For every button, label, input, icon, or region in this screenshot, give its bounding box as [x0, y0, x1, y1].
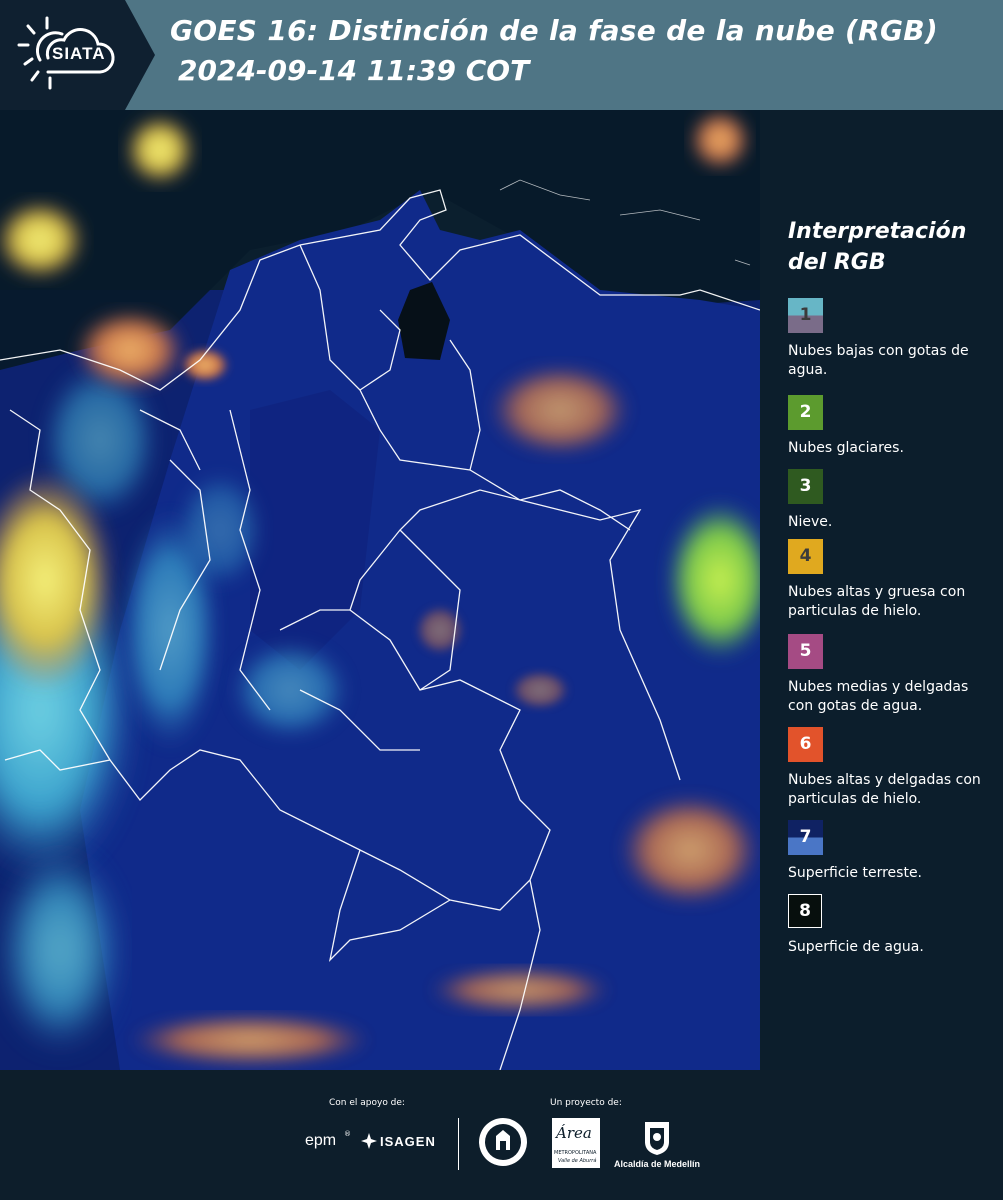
legend-swatch-2: 2	[788, 395, 823, 430]
legend-swatch-1: 1	[788, 298, 823, 333]
epm-logo: epm	[305, 1132, 337, 1149]
registered-icon: ®	[344, 1130, 351, 1138]
legend-panel: Interpretación del RGB 1 Nubes bajas con…	[760, 110, 1003, 1070]
footer: Con el apoyo de: Un proyecto de: epm ® I…	[0, 1070, 1003, 1200]
siata-logo: SIATA	[0, 0, 125, 110]
area-logo-sub1: METROPOLITANA	[554, 1150, 597, 1156]
page-timestamp: 2024-09-14 11:39 COT	[178, 54, 530, 87]
support-label: Con el apoyo de:	[329, 1098, 405, 1108]
legend-swatch-5: 5	[788, 634, 823, 669]
legend-title: Interpretación del RGB	[788, 216, 966, 278]
legend-label-4: Nubes altas y gruesa con particulas de h…	[788, 584, 966, 619]
legend-swatch-6: 6	[788, 727, 823, 762]
medellin-crest-icon	[645, 1122, 669, 1155]
area-metropolitana-logo: Área METROPOLITANA Valle de Aburrá	[552, 1118, 600, 1168]
legend-label-8: Superficie de agua.	[788, 939, 924, 955]
legend-label-5: Nubes medias y delgadas con gotas de agu…	[788, 679, 969, 714]
legend-swatch-7: 7	[788, 820, 823, 855]
legend-label-2: Nubes glaciares.	[788, 440, 904, 456]
legend-label-7: Superficie terreste.	[788, 865, 923, 881]
area-logo-sub2: Valle de Aburrá	[558, 1158, 597, 1164]
legend-title-line2: del RGB	[788, 250, 886, 275]
legend-swatch-4: 4	[788, 539, 823, 574]
project-label: Un proyecto de:	[550, 1098, 622, 1108]
legend-title-line1: Interpretación	[788, 219, 967, 244]
isagen-star-icon	[361, 1133, 377, 1149]
legend-label-3: Nieve.	[788, 514, 833, 530]
page-title: GOES 16: Distinción de la fase de la nub…	[170, 14, 939, 47]
isagen-logo: ISAGEN	[380, 1134, 436, 1149]
legend-swatch-3: 3	[788, 469, 823, 504]
legend-swatch-8: 8	[788, 894, 822, 928]
alcaldia-logo: Alcaldía de Medellín	[614, 1159, 701, 1169]
siata-seal-icon	[479, 1118, 527, 1166]
legend-label-6: Nubes altas y delgadas con particulas de…	[788, 772, 981, 807]
header: SIATA GOES 16: Distinción de la fase de …	[0, 0, 1003, 110]
satellite-image	[0, 110, 760, 1070]
logo-text: SIATA	[52, 44, 106, 63]
satellite-map	[0, 110, 760, 1070]
footer-divider	[458, 1118, 459, 1170]
legend-label-1: Nubes bajas con gotas de agua.	[788, 343, 969, 378]
area-logo-text: Área	[556, 1124, 592, 1142]
logo-arrow	[125, 0, 155, 110]
